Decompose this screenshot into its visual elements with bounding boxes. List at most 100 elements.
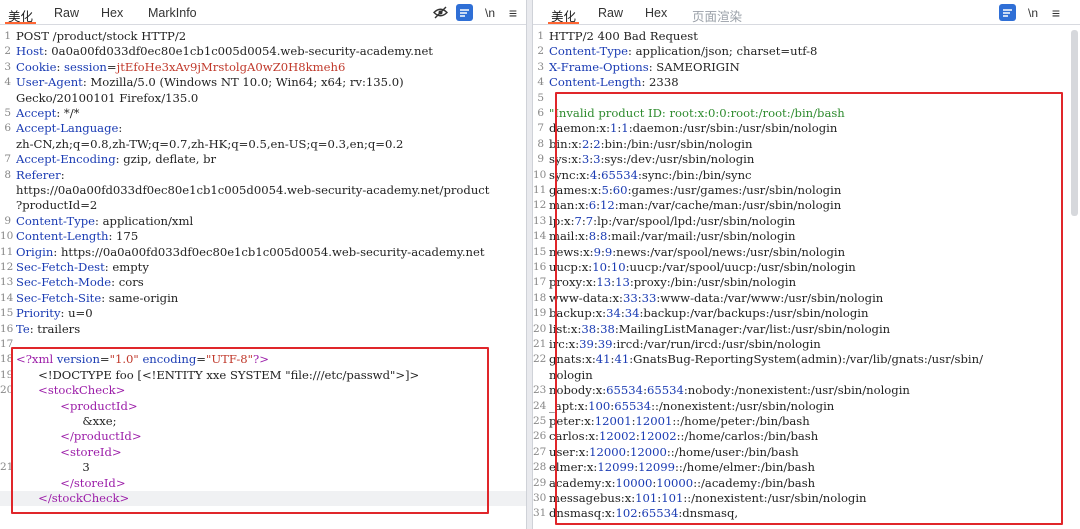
menu-icon[interactable]: ≡: [507, 4, 519, 21]
code-text: sync:x:4:65534:sync:/bin:/bin/sync: [549, 168, 1080, 183]
code-line: 31 dnsmasq:x:102:65534:dnsmasq,: [533, 506, 1080, 521]
code-line: 10 Content-Length: 175: [0, 229, 526, 244]
code-token: Origin: [16, 244, 54, 259]
response-editor[interactable]: 1 HTTP/2 400 Bad Request 2 Content-Type: ap…: [533, 26, 1080, 529]
code-token: uucp:x:: [549, 260, 593, 274]
code-token: peter:x:: [549, 414, 595, 428]
code-line: 27 user:x:12000:12000::/home/user:/bin/ba…: [533, 445, 1080, 460]
newline-toggle-button[interactable]: \n: [1026, 4, 1040, 21]
line-number: 8: [537, 137, 544, 150]
response-pane: 美化 Raw Hex 页面渲染 \n ≡ 1 HTTP/2 400 Bad Req…: [533, 0, 1080, 529]
code-token: :ircd:/var/run/ircd:/usr/sbin/nologin: [612, 337, 821, 351]
code-token: 39: [579, 337, 594, 351]
line-number: 14: [533, 230, 547, 243]
code-token: :: [118, 121, 123, 136]
code-text: Sec-Fetch-Dest: empty: [16, 260, 526, 275]
code-line: 19 <!DOCTYPE foo [<!ENTITY xxe SYSTEM "f…: [0, 368, 526, 383]
line-number: 3: [4, 60, 11, 73]
code-token: 38: [581, 321, 597, 336]
code-token: www-data:x:: [549, 290, 623, 305]
code-token: 1: [621, 121, 629, 136]
response-tab-render[interactable]: 页面渲染: [692, 6, 742, 25]
response-tab-bar: 美化 Raw Hex 页面渲染 \n ≡: [533, 0, 1080, 25]
code-token: 12002: [598, 429, 636, 444]
code-token: ?>: [252, 352, 269, 367]
code-line: </storeId>: [0, 476, 526, 491]
code-token: proxy:x:: [549, 275, 597, 290]
code-text: irc:x:39:39:ircd:/var/run/ircd:/usr/sbin…: [549, 337, 1080, 352]
code-token: 39: [597, 337, 613, 351]
line-number: 14: [0, 291, 14, 304]
line-number: 20: [533, 322, 547, 335]
line-number: 7: [4, 153, 11, 166]
code-line: </stockCheck>: [0, 491, 526, 507]
line-number: 29: [533, 476, 547, 489]
code-line: 29 academy:x:10000:10000::/academy:/bin/b…: [533, 476, 1080, 491]
code-line: 18 www-data:x:33:33:www-data:/var/www:/us…: [533, 291, 1080, 306]
code-line: 2 Content-Type: application/json; charset…: [533, 44, 1080, 59]
line-number: 21: [533, 338, 547, 350]
pane-splitter[interactable]: [526, 0, 533, 529]
code-token: 12002: [639, 429, 677, 444]
response-tab-raw[interactable]: Raw: [598, 6, 623, 20]
code-text: nologin: [549, 368, 1080, 383]
code-token: 12000: [629, 444, 667, 459]
request-tab-hex[interactable]: Hex: [101, 6, 123, 20]
code-text: <productId>: [16, 399, 526, 414]
code-token: Gecko/20100101 Firefox/135.0: [16, 90, 199, 105]
code-text: zh-CN,zh;q=0.8,zh-TW;q=0.7,zh-HK;q=0.5,e…: [16, 137, 526, 152]
code-line: 21 3: [0, 460, 526, 475]
response-tab-pretty[interactable]: 美化: [547, 6, 580, 25]
code-token: </stockCheck>: [16, 491, 130, 505]
line-number: 12: [533, 199, 547, 212]
wrap-lines-icon[interactable]: [456, 4, 473, 21]
code-token: nobody:x:: [549, 383, 607, 398]
newline-toggle-button[interactable]: \n: [483, 4, 497, 21]
code-text: backup:x:34:34:backup:/var/backups:/usr/…: [549, 306, 1080, 321]
code-line: 8 bin:x:2:2:bin:/bin:/usr/sbin/nologin: [533, 137, 1080, 152]
code-token: "UTF-8": [205, 352, 253, 367]
line-number: 16: [533, 261, 547, 273]
code-token: : */*: [56, 106, 80, 120]
code-token: 33: [641, 290, 657, 305]
code-text: Priority: u=0: [16, 306, 526, 321]
code-token: 3: [16, 460, 90, 475]
request-tab-pretty[interactable]: 美化: [4, 6, 37, 25]
line-number: 18: [533, 291, 547, 304]
code-text: POST /product/stock HTTP/2: [16, 29, 526, 44]
code-text: Gecko/20100101 Firefox/135.0: [16, 91, 526, 106]
request-tab-markinfo[interactable]: MarkInfo: [148, 6, 197, 20]
code-text: dnsmasq:x:102:65534:dnsmasq,: [549, 506, 1080, 521]
code-token: Content-Length: [16, 229, 109, 244]
line-number: 19: [0, 368, 14, 381]
response-tab-hex[interactable]: Hex: [645, 6, 667, 20]
code-token: 65534: [641, 506, 679, 521]
line-number: 10: [0, 230, 14, 243]
line-number: 8: [4, 168, 11, 181]
code-token: : https://0a0a00fd033df0ec80e1cb1c005d00…: [53, 244, 485, 259]
menu-icon[interactable]: ≡: [1050, 4, 1062, 21]
code-text: </storeId>: [16, 476, 526, 491]
code-token: version: [56, 352, 100, 367]
code-token: 41: [595, 352, 611, 367]
wrap-lines-icon[interactable]: [999, 4, 1016, 21]
code-token: zh-CN,zh;q=0.8,zh-TW;q=0.7,zh-HK;q=0.5,e…: [16, 136, 404, 151]
code-token: 34: [624, 306, 640, 321]
code-text: academy:x:10000:10000::/academy:/bin/bas…: [549, 476, 1080, 491]
code-line: 9 Content-Type: application/xml: [0, 214, 526, 229]
code-line: 19 backup:x:34:34:backup:/var/backups:/us…: [533, 306, 1080, 321]
code-token: 9: [593, 244, 601, 259]
code-text: proxy:x:13:13:proxy:/bin:/usr/sbin/nolog…: [549, 275, 1080, 290]
request-tab-raw[interactable]: Raw: [54, 6, 79, 20]
code-token: ::/home/carlos:/bin/bash: [676, 429, 819, 444]
code-token: 34: [606, 306, 621, 321]
code-token: :MailingListManager:/var/list:/usr/sbin/…: [614, 321, 891, 336]
line-number: 24: [533, 399, 547, 412]
code-token: Content-Type: [549, 44, 629, 59]
hide-icon[interactable]: [432, 4, 448, 21]
code-text: user:x:12000:12000::/home/user:/bin/bash: [549, 445, 1080, 460]
line-number: 9: [537, 153, 544, 166]
request-editor[interactable]: 1 POST /product/stock HTTP/2 2 Host: 0a0a00…: [0, 26, 526, 529]
response-scrollbar-thumb[interactable]: [1071, 30, 1078, 216]
code-token: Accept: [16, 106, 57, 120]
